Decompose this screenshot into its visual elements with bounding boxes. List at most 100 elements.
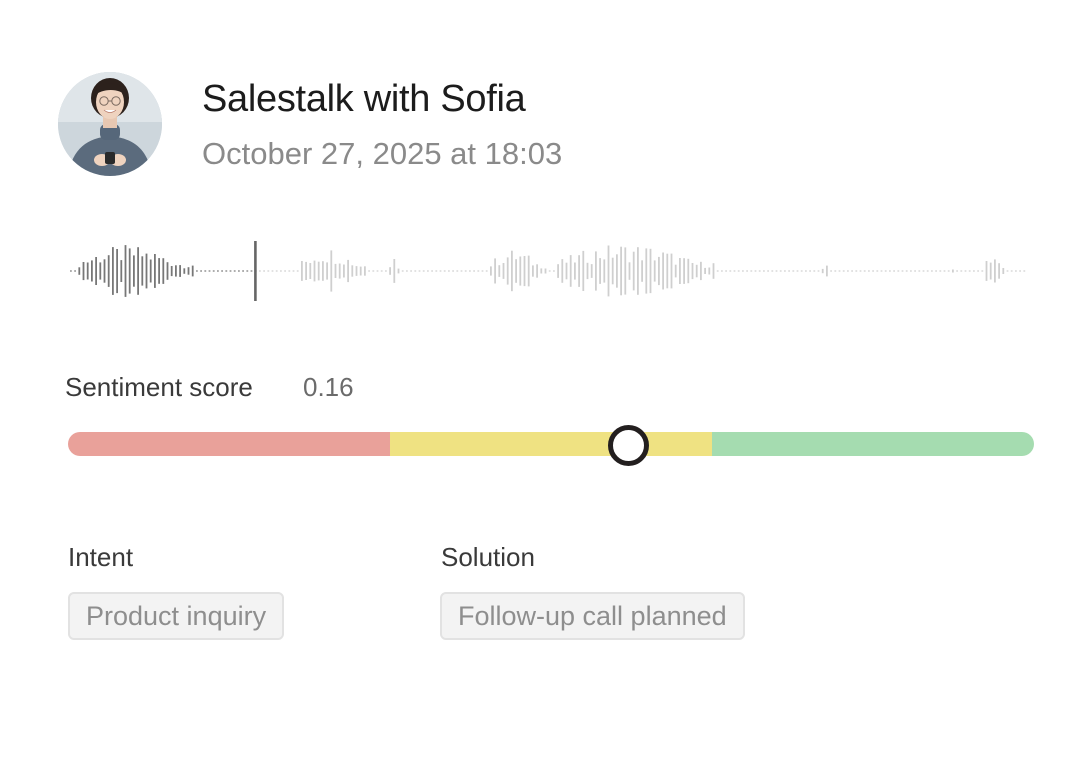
waveform-bar	[998, 263, 1000, 279]
waveform-bar	[914, 270, 916, 272]
sentiment-neutral-segment	[390, 432, 712, 456]
page-title: Salestalk with Sofia	[202, 78, 526, 120]
waveform-bar	[973, 270, 975, 272]
waveform-bar	[229, 270, 232, 272]
waveform-bar	[544, 268, 547, 274]
waveform-bar	[158, 258, 160, 284]
waveform-bar	[805, 270, 807, 272]
waveform-bar	[128, 248, 131, 294]
waveform-bar	[733, 270, 736, 272]
waveform-bar	[78, 267, 81, 275]
waveform-bar	[838, 270, 841, 272]
waveform-bar	[603, 259, 606, 283]
waveform-bar	[242, 270, 244, 272]
waveform-bar	[847, 270, 849, 272]
intent-label: Intent	[68, 542, 134, 572]
waveform-bar	[796, 270, 799, 272]
waveform-bar	[91, 260, 93, 282]
waveform-bar	[1010, 270, 1013, 272]
waveform-bar	[133, 255, 135, 287]
waveform-bar	[683, 258, 685, 284]
sentiment-value: 0.16	[303, 372, 354, 402]
waveform-bar	[187, 267, 190, 275]
waveform-bar	[103, 259, 106, 283]
waveform-bar	[263, 270, 265, 272]
waveform-bar	[170, 266, 173, 277]
waveform-bar	[628, 262, 631, 280]
waveform-bar	[196, 270, 198, 272]
waveform-bar	[918, 270, 921, 272]
waveform-bar	[485, 270, 488, 272]
waveform-bar	[99, 262, 102, 280]
waveform-bar	[931, 270, 933, 272]
waveform-bar	[893, 270, 895, 272]
waveform-bar	[86, 262, 89, 280]
waveform-bar	[107, 255, 110, 287]
waveform-bar	[212, 270, 215, 272]
waveform-bar	[645, 248, 648, 294]
waveform-bar	[271, 270, 274, 272]
playhead-marker[interactable]	[254, 241, 257, 301]
waveform-bar	[288, 270, 291, 272]
waveform-bar	[145, 253, 148, 289]
waveform-bar	[826, 265, 828, 277]
waveform-bar	[994, 259, 996, 283]
waveform-bar	[124, 245, 127, 297]
solution-chip: Follow-up call planned	[440, 592, 745, 640]
waveform-bar	[397, 268, 400, 274]
waveform-bar	[855, 270, 858, 272]
waveform-bar	[548, 270, 551, 272]
waveform-bar	[296, 270, 299, 272]
waveform-bar	[687, 258, 690, 284]
waveform-bar	[527, 255, 530, 287]
waveform-bar	[792, 270, 795, 272]
waveform-bar	[834, 270, 837, 272]
waveform-bar	[889, 270, 891, 272]
waveform-bar	[788, 270, 790, 272]
waveform-bar	[956, 270, 958, 272]
avatar	[58, 72, 162, 176]
waveform-bar	[385, 270, 387, 272]
person-photo-icon	[58, 72, 162, 176]
waveform-bar	[490, 266, 492, 276]
waveform-bar	[632, 251, 635, 291]
waveform-bar	[410, 270, 412, 272]
waveform-bar	[481, 270, 484, 272]
waveform-bar	[515, 259, 517, 283]
waveform-bar	[233, 270, 236, 272]
waveform-bar	[742, 270, 744, 272]
waveform-bar	[905, 270, 908, 272]
waveform-bar	[926, 270, 929, 272]
waveform-bar	[1006, 270, 1009, 272]
waveform-bar	[863, 270, 866, 272]
sentiment-negative-segment	[68, 432, 390, 456]
waveform-bar	[473, 270, 475, 272]
waveform-bar	[922, 270, 925, 272]
waveform-bar	[553, 270, 555, 272]
waveform-bar	[439, 270, 442, 272]
waveform-bar	[305, 261, 307, 280]
waveform-bar	[267, 270, 270, 272]
waveform-bar	[343, 264, 345, 278]
waveform-bar	[355, 266, 358, 276]
waveform-graphic[interactable]	[60, 230, 1030, 312]
waveform-bar	[813, 270, 816, 272]
waveform-bar	[204, 270, 207, 272]
audio-waveform[interactable]	[60, 230, 1030, 312]
waveform-bar	[708, 267, 711, 275]
waveform-bar	[897, 270, 900, 272]
waveform-bar	[359, 266, 362, 276]
waveform-bar	[599, 258, 601, 284]
waveform-bar	[532, 265, 534, 277]
waveform-bar	[809, 270, 811, 272]
waveform-bar	[82, 262, 85, 281]
waveform-bar	[364, 266, 366, 276]
waveform-bar	[506, 257, 509, 285]
waveform-bar	[175, 265, 177, 277]
waveform-bar	[448, 270, 450, 272]
waveform-bar	[653, 260, 656, 282]
waveform-bar	[166, 262, 169, 280]
waveform-bar	[758, 270, 761, 272]
waveform-bar	[868, 270, 870, 272]
waveform-bar	[137, 247, 139, 295]
